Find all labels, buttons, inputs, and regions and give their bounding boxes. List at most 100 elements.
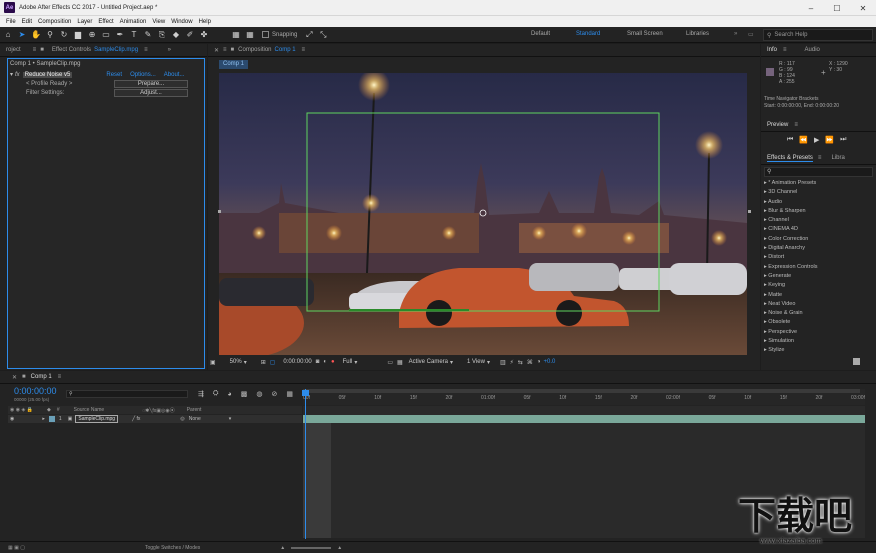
menu-file[interactable]: File [6,19,16,25]
eraser-tool-icon[interactable]: ◆ [170,29,182,41]
magnification-dropdown[interactable]: 50% [230,359,242,365]
view-layout-dropdown[interactable]: 1 View [467,359,485,365]
last-frame-icon[interactable]: ⏭ [840,136,846,144]
resolution-dropdown[interactable]: Full [343,359,353,365]
menu-view[interactable]: View [152,19,165,25]
tab-close-icon[interactable]: ✕ [214,47,219,54]
chevron-down-icon[interactable]: ▾ [354,359,357,366]
tab-info[interactable]: Info [767,47,777,53]
flowchart-icon[interactable]: ⌘ [527,359,533,366]
maximize-button[interactable]: ☐ [824,0,850,16]
effects-search-input[interactable]: ⚲ [764,167,873,177]
graph-editor-icon[interactable]: ⊘ [271,390,277,398]
source-name-header[interactable]: Source Name [74,407,105,413]
color-channel-icon[interactable]: ● [331,359,335,365]
frame-blending-icon[interactable]: ▩ [241,390,248,398]
zoom-tool-icon[interactable]: ⚲ [44,29,56,41]
category-item[interactable]: ▸ Digital Anarchy [764,245,874,254]
tab-menu-icon[interactable]: ≡ [794,122,798,128]
category-item[interactable]: ▸ 3D Channel [764,189,874,198]
category-item[interactable]: ▸ Obsolete [764,319,874,328]
grid-guides-icon[interactable]: ⊞ [261,359,266,366]
first-frame-icon[interactable]: ⏮ [787,136,793,144]
roto-brush-tool-icon[interactable]: ✐ [184,29,196,41]
play-icon[interactable]: ▶ [814,136,819,144]
tab-audio[interactable]: Audio [805,47,820,53]
pan-behind-tool-icon[interactable]: ⊕ [86,29,98,41]
puppet-tool-icon[interactable]: ✤ [198,29,210,41]
category-item[interactable]: ▸ Matte [764,292,874,301]
new-bin-icon[interactable] [853,358,860,365]
type-tool-icon[interactable]: T [128,29,140,41]
tab-composition-name[interactable]: Comp 1 [275,47,296,53]
effect-name[interactable]: Reduce Noise v5 [22,71,73,78]
panel-menu-icon[interactable]: ≡ [144,47,148,53]
parent-header[interactable]: Parent [187,407,202,413]
work-area-bar[interactable] [303,389,860,393]
cti-head-icon[interactable] [302,390,309,396]
effect-about-link[interactable]: About... [164,72,185,78]
chevron-down-icon[interactable]: ▾ [244,359,247,366]
chevron-down-icon[interactable]: ▾ [229,416,232,422]
tab-preview[interactable]: Preview [767,122,788,128]
snapping-checkbox[interactable] [262,31,269,38]
category-item[interactable]: ▸ Blur & Sharpen [764,208,874,217]
pickwhip-icon[interactable]: ◎ [180,416,184,422]
clone-stamp-tool-icon[interactable]: ⎘ [156,29,168,41]
tab-comp[interactable]: Comp 1 [31,374,52,380]
camera-view-dropdown[interactable]: Active Camera [409,359,448,365]
current-time-indicator[interactable] [305,389,306,539]
region-of-interest-icon[interactable]: ▭ [387,359,393,366]
chevron-down-icon[interactable]: ▾ [487,359,490,366]
category-item[interactable]: ▸ Distort [764,254,874,263]
reset-exposure-icon[interactable]: ◑ [537,359,541,365]
panel-menu-icon[interactable]: ≡ [302,47,306,53]
twirl-down-icon[interactable]: ▾ [10,71,13,78]
workspace-panel-icon[interactable]: ▭ [748,31,754,38]
graph-editor-toggle-icon[interactable]: ▦ [286,390,293,398]
category-item[interactable]: ▸ Noise & Grain [764,310,874,319]
toggle-switches-modes[interactable]: Toggle Switches / Modes [145,545,200,551]
menu-effect[interactable]: Effect [98,19,113,25]
category-item[interactable]: ▸ * Animation Presets [764,180,874,189]
adjust-button[interactable]: Adjust... [114,89,188,97]
next-frame-icon[interactable]: ⏩ [825,136,834,144]
twirl-layer-icon[interactable]: ▸ [42,416,45,422]
workspace-libraries[interactable]: Libraries [686,31,709,37]
tab-libraries[interactable]: Libra [831,155,844,161]
draft-3d-icon[interactable]: ⛭ [213,390,219,398]
category-item[interactable]: ▸ Audio [764,199,874,208]
tab-effects-presets[interactable]: Effects & Presets [767,155,813,162]
hand-tool-icon[interactable]: ✋ [30,29,42,41]
category-item[interactable]: ▸ Simulation [764,338,874,347]
tab-menu-icon[interactable]: ≡ [818,155,822,161]
tab-close-icon[interactable]: ≡ [33,47,37,53]
tab-composition[interactable]: Composition [238,47,271,53]
prepare-button[interactable]: Prepare... [114,80,188,88]
menu-layer[interactable]: Layer [77,19,92,25]
tab-menu-icon[interactable]: ≡ [58,374,62,380]
chevron-down-icon[interactable]: ▾ [450,359,453,366]
label-color-swatch[interactable] [48,416,55,422]
mask-tool-icon[interactable]: ▭ [100,29,112,41]
layer-switches-icon[interactable]: ╱ fx [132,416,140,422]
tab-close-icon[interactable]: ✕ [12,374,17,381]
video-visibility-icon[interactable]: ◉ [10,416,14,422]
effect-reset-link[interactable]: Reset [106,72,122,78]
camera-tool-icon[interactable]: ▆ [72,29,84,41]
rotate-tool-icon[interactable]: ↻ [58,29,70,41]
zoom-slider[interactable] [291,546,332,549]
timeline-link-icon[interactable]: ⇆ [518,359,523,366]
workspace-menu-icon[interactable]: » [734,31,737,37]
snap-options-icon[interactable]: ⤢ [303,29,315,41]
snapshot-icon[interactable]: ◙ [316,359,320,365]
category-item[interactable]: ▸ Generate [764,273,874,282]
category-item[interactable]: ▸ Neat Video [764,301,874,310]
menu-help[interactable]: Help [199,19,211,25]
always-preview-icon[interactable]: ▣ [210,359,216,366]
comp-subtab[interactable]: Comp 1 [219,60,249,69]
comp-mini-flowchart-icon[interactable]: ⇶ [198,390,204,398]
menu-edit[interactable]: Edit [22,19,32,25]
category-item[interactable]: ▸ Perspective [764,329,874,338]
tab-menu-icon[interactable]: ≡ [223,47,227,53]
